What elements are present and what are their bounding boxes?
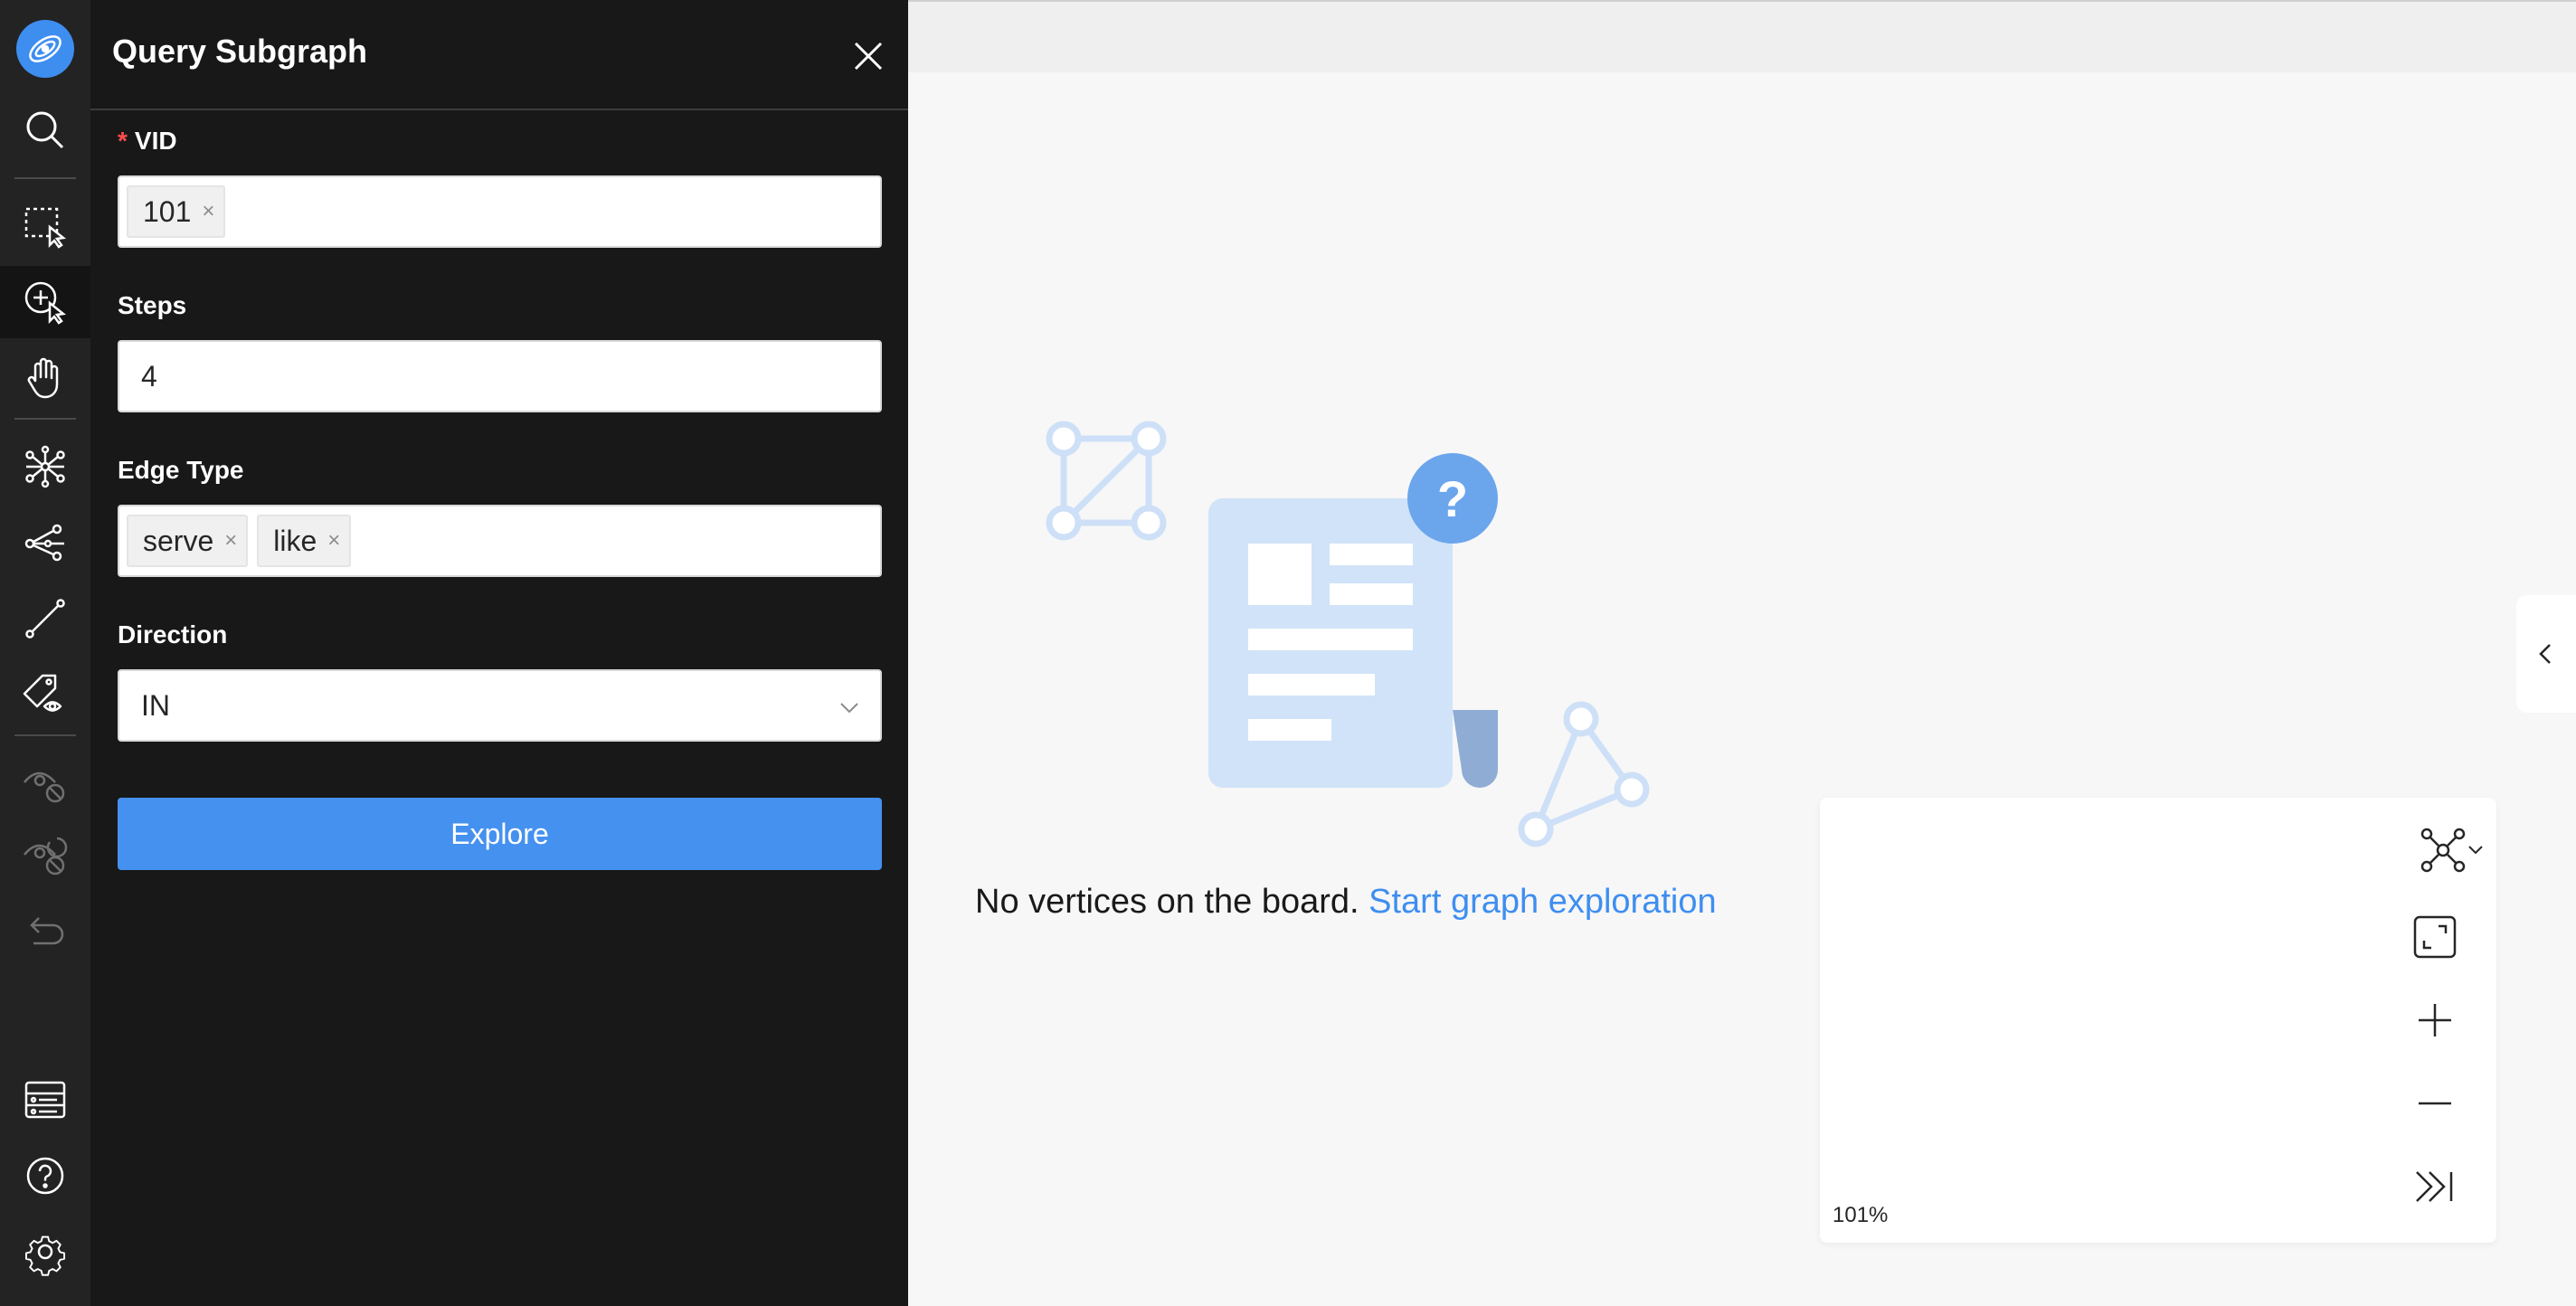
zoom-in-button[interactable] xyxy=(2410,995,2460,1046)
expand-tool-button[interactable] xyxy=(0,266,90,338)
fit-view-icon xyxy=(2413,915,2457,959)
steps-label: Steps xyxy=(118,291,187,319)
search-tool-button[interactable] xyxy=(0,94,90,166)
graph-layout-icon xyxy=(2420,828,2466,873)
property-view-tool-button[interactable] xyxy=(0,658,90,731)
snapshot-list-button[interactable] xyxy=(0,1064,90,1136)
eye-hide-icon xyxy=(24,771,65,803)
undo-icon xyxy=(30,917,64,945)
edge-line-icon xyxy=(25,599,65,639)
collapse-minimap-button[interactable] xyxy=(2410,1161,2460,1212)
vid-tag: 101 × xyxy=(127,185,226,238)
edge-type-tag: serve × xyxy=(127,515,249,567)
tag-eye-icon xyxy=(23,674,62,712)
remove-tag-icon[interactable]: × xyxy=(224,528,237,554)
help-button[interactable] xyxy=(0,1140,90,1212)
zoom-out-button[interactable] xyxy=(2410,1078,2460,1129)
find-path-tool-button[interactable] xyxy=(0,506,90,579)
eye-reset-icon xyxy=(24,837,68,875)
fit-view-button[interactable] xyxy=(2410,912,2460,962)
edge-type-select[interactable]: serve × like × xyxy=(118,505,882,577)
box-select-tool-button[interactable] xyxy=(0,190,90,262)
double-chevron-right-icon xyxy=(2416,1171,2453,1202)
start-exploration-link[interactable]: Start graph exploration xyxy=(1368,883,1716,921)
canvas-header xyxy=(908,0,2576,72)
empty-board-message: No vertices on the board. Start graph ex… xyxy=(975,883,1717,921)
direction-select[interactable]: IN xyxy=(118,669,882,742)
side-panel-toggle[interactable] xyxy=(2516,595,2576,713)
share-graph-icon xyxy=(24,524,64,562)
graph-network-icon xyxy=(25,445,65,488)
minimap-panel: 101% xyxy=(1820,798,2496,1243)
remove-tag-icon[interactable]: × xyxy=(327,528,340,554)
query-subgraph-panel: Query Subgraph * VID 101 × Steps 4 Edge T… xyxy=(90,0,908,1306)
plus-icon xyxy=(2419,1004,2451,1036)
explore-button[interactable]: Explore xyxy=(118,798,882,870)
vid-select[interactable]: 101 × xyxy=(118,175,882,248)
search-icon xyxy=(26,111,64,149)
remove-tag-icon[interactable]: × xyxy=(202,199,214,224)
settings-button[interactable] xyxy=(0,1216,90,1288)
minus-icon xyxy=(2419,1102,2451,1105)
layout-button[interactable] xyxy=(2411,825,2493,875)
gear-icon xyxy=(24,1235,66,1276)
zoom-level: 101% xyxy=(1833,1203,1889,1227)
steps-input[interactable]: 4 xyxy=(118,340,882,412)
chevron-down-icon xyxy=(2468,846,2483,855)
expand-node-icon xyxy=(24,281,67,325)
chevron-left-icon xyxy=(2539,644,2551,664)
required-mark: * xyxy=(118,127,128,155)
pan-tool-button[interactable] xyxy=(0,342,90,414)
list-icon xyxy=(24,1081,66,1119)
vid-label: * VID xyxy=(118,127,177,155)
close-icon xyxy=(854,42,883,71)
svg-text:?: ? xyxy=(1437,470,1468,527)
panel-divider xyxy=(90,109,908,110)
edge-type-tag: like × xyxy=(257,515,352,567)
panel-title: Query Subgraph xyxy=(112,33,368,70)
close-panel-button[interactable] xyxy=(848,36,888,76)
undo-tool-button[interactable] xyxy=(0,895,90,968)
common-neighbor-tool-button[interactable] xyxy=(0,431,90,503)
left-toolbar xyxy=(0,0,90,1306)
show-hidden-tool-button[interactable] xyxy=(0,819,90,892)
hide-tool-button[interactable] xyxy=(0,747,90,819)
chevron-down-icon xyxy=(840,703,858,714)
nebula-logo-icon xyxy=(16,20,74,78)
edge-tool-button[interactable] xyxy=(0,582,90,655)
empty-board-illustration: ? xyxy=(1046,421,1650,847)
help-icon xyxy=(26,1157,64,1195)
direction-label: Direction xyxy=(118,620,228,648)
hand-pan-icon xyxy=(27,357,59,399)
box-select-icon xyxy=(24,207,67,249)
edge-type-label: Edge Type xyxy=(118,456,244,484)
